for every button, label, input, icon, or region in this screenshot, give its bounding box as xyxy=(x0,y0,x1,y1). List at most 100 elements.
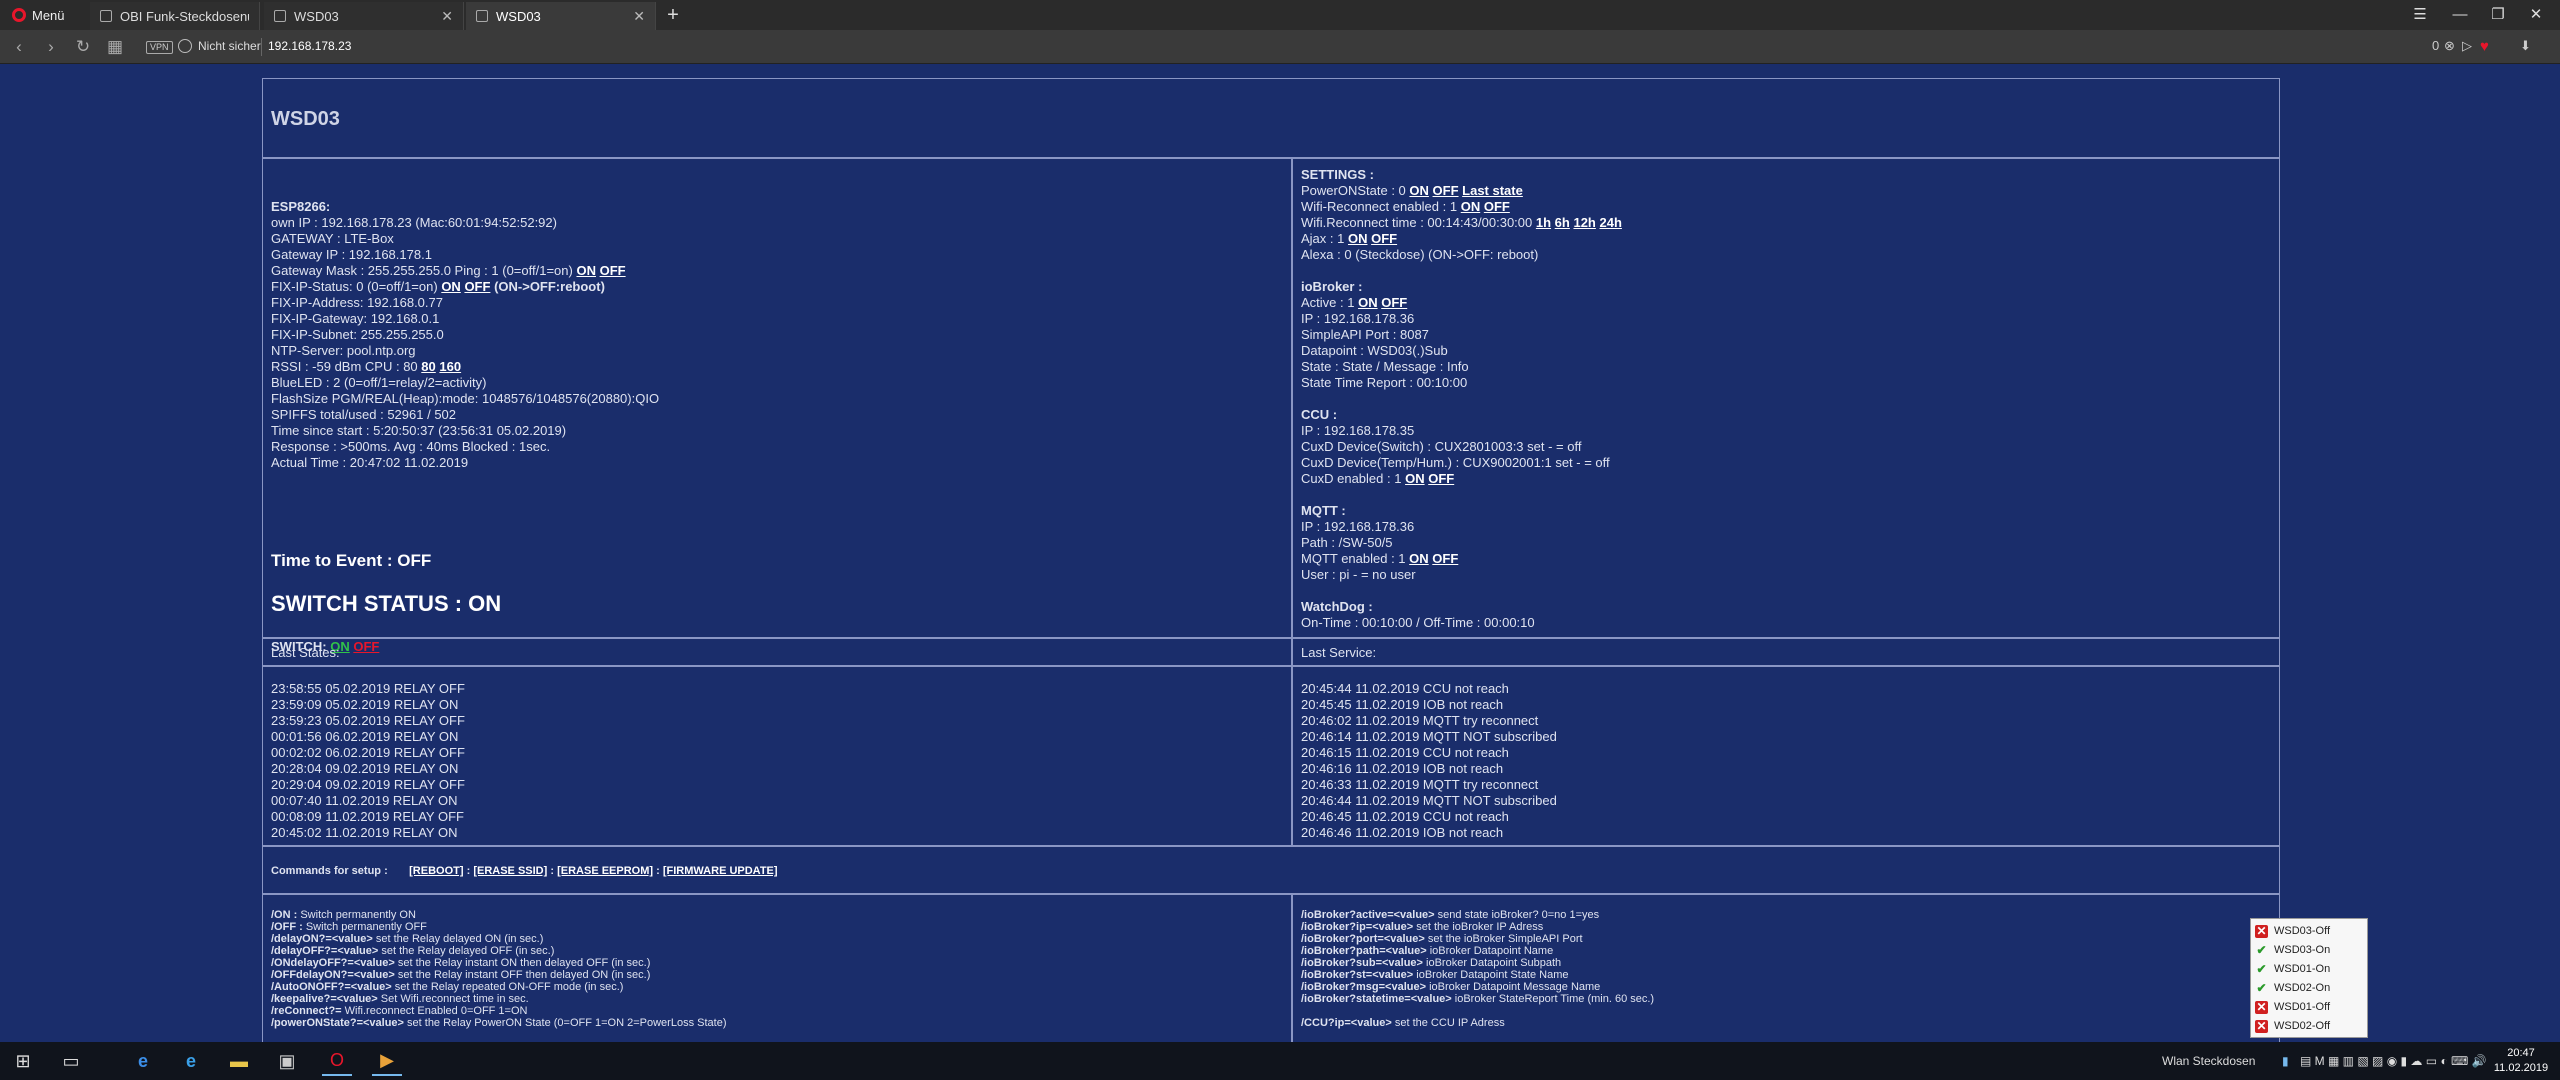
firmware-update-link[interactable]: [FIRMWARE UPDATE] xyxy=(663,865,778,877)
commands-label: Commands for setup : xyxy=(271,865,388,877)
minimize-icon[interactable]: — xyxy=(2440,2,2480,28)
help-item: /OFFdelayON?=<value> set the Relay insta… xyxy=(271,969,726,981)
task-view-icon[interactable]: ▭ xyxy=(56,1046,86,1076)
adblock-icon[interactable]: ⊗ xyxy=(2444,38,2455,56)
help-description: ioBroker StateReport Time (min. 60 sec.) xyxy=(1454,993,1655,1005)
ajax-on-link[interactable]: ON xyxy=(1348,231,1368,246)
reconnect-6h-link[interactable]: 6h xyxy=(1555,215,1570,230)
app-icon[interactable]: ▶ xyxy=(372,1046,402,1076)
erase-eeprom-link[interactable]: [ERASE EEPROM] xyxy=(557,865,653,877)
popup-item-label: WSD01-On xyxy=(2274,963,2331,975)
mqtt-off-link[interactable]: OFF xyxy=(1432,551,1458,566)
help-command: /delayON?=<value> xyxy=(271,933,373,945)
mqtt-heading: MQTT : xyxy=(1301,503,1346,518)
switch-status: SWITCH STATUS : ON xyxy=(271,591,502,616)
explorer-icon[interactable]: ▬ xyxy=(224,1046,254,1076)
list-item: 20:46:44 11.02.2019 MQTT NOT subscribed xyxy=(1301,793,1557,808)
fix-ip-on-link[interactable]: ON xyxy=(441,279,461,294)
power-off-link[interactable]: OFF xyxy=(1433,183,1459,198)
blocker-count[interactable]: 0 xyxy=(2432,38,2439,56)
url-field[interactable]: 192.168.178.23 xyxy=(268,39,351,53)
cpu-160-link[interactable]: 160 xyxy=(439,359,461,374)
help-description: set the Relay repeated ON-OFF mode (in s… xyxy=(394,981,624,993)
reconnect-1h-link[interactable]: 1h xyxy=(1536,215,1551,230)
tab-wsd03-1[interactable]: WSD03 ✕ xyxy=(264,2,464,30)
blue-led: BlueLED : 2 (0=off/1=relay/2=activity) xyxy=(271,375,487,390)
security-label[interactable]: Nicht sicher xyxy=(198,39,261,53)
popup-item[interactable]: ✕ WSD02-Off xyxy=(2255,1018,2330,1034)
reload-icon[interactable]: ↻ xyxy=(72,36,94,58)
forward-icon[interactable]: › xyxy=(40,36,62,58)
tab-menu-icon[interactable]: ☰ xyxy=(2400,2,2440,28)
reconnect-24h-link[interactable]: 24h xyxy=(1600,215,1622,230)
reconnect-12h-link[interactable]: 12h xyxy=(1573,215,1595,230)
vpn-badge[interactable]: VPN xyxy=(146,41,173,54)
ie-icon[interactable]: e xyxy=(176,1046,206,1076)
separator: : xyxy=(550,865,555,877)
last-service-panel: 20:45:44 11.02.2019 CCU not reach 20:45:… xyxy=(1292,666,2280,846)
actual-time: Actual Time : 20:47:02 11.02.2019 xyxy=(271,455,469,470)
wifi-reconnect: Wifi-Reconnect enabled : 1 xyxy=(1301,199,1458,214)
time-since-start: Time since start : 5:20:50:37 (23:56:31 … xyxy=(271,423,567,438)
power-on-link[interactable]: ON xyxy=(1409,183,1429,198)
close-tab-icon[interactable]: ✕ xyxy=(633,8,645,25)
popup-item[interactable]: ✔ WSD02-On xyxy=(2255,980,2330,996)
clock[interactable]: 20:47 11.02.2019 xyxy=(2486,1046,2556,1076)
gateway: GATEWAY : LTE-Box xyxy=(271,231,394,246)
folder-icon[interactable]: ▣ xyxy=(272,1046,302,1076)
wifi-reconnect-off-link[interactable]: OFF xyxy=(1484,199,1510,214)
help-description: ioBroker Datapoint Subpath xyxy=(1426,957,1562,969)
close-tab-icon[interactable]: ✕ xyxy=(441,8,453,25)
help-item: /ONdelayOFF?=<value> set the Relay insta… xyxy=(271,957,726,969)
last-state-link[interactable]: Last state xyxy=(1462,183,1523,198)
tray-app-icon[interactable]: ▮ xyxy=(2282,1054,2289,1068)
popup-item[interactable]: ✔ WSD01-On xyxy=(2255,961,2330,977)
ping-off-link[interactable]: OFF xyxy=(600,263,626,278)
help-item: /reConnect?= Wifi.reconnect Enabled 0=OF… xyxy=(271,1005,726,1017)
mqtt-on-link[interactable]: ON xyxy=(1409,551,1429,566)
iobroker-on-link[interactable]: ON xyxy=(1358,295,1378,310)
opera-menu-button[interactable]: Menü xyxy=(4,4,73,26)
back-icon[interactable]: ‹ xyxy=(8,36,30,58)
reboot-link[interactable]: [REBOOT] xyxy=(409,865,463,877)
opera-icon[interactable]: O xyxy=(322,1046,352,1076)
help-description: Switch permanently ON xyxy=(300,909,416,921)
help-command: /keepalive?=<value> xyxy=(271,993,378,1005)
help-command: /ON : xyxy=(271,909,298,921)
list-item: 00:02:02 06.02.2019 RELAY OFF xyxy=(271,745,465,760)
ping-on-link[interactable]: ON xyxy=(576,263,596,278)
flow-icon[interactable]: ▷ xyxy=(2462,38,2472,56)
new-tab-icon[interactable]: + xyxy=(662,4,684,27)
list-item: 23:59:09 05.02.2019 RELAY ON xyxy=(271,697,459,712)
tab-wsd03-2[interactable]: WSD03 ✕ xyxy=(466,2,656,30)
tray-label[interactable]: Wlan Steckdosen xyxy=(2162,1054,2255,1068)
clock-date: 11.02.2019 xyxy=(2493,1062,2549,1074)
popup-item[interactable]: ✔ WSD03-On xyxy=(2255,942,2330,958)
edge-icon[interactable]: e xyxy=(128,1046,158,1076)
ajax-off-link[interactable]: OFF xyxy=(1371,231,1397,246)
ccu-on-link[interactable]: ON xyxy=(1405,471,1425,486)
heart-icon[interactable]: ♥ xyxy=(2480,38,2489,56)
restore-icon[interactable]: ❐ xyxy=(2478,2,2518,28)
flash-size: FlashSize PGM/REAL(Heap):mode: 1048576/1… xyxy=(271,391,660,406)
cpu-80-link[interactable]: 80 xyxy=(421,359,435,374)
help-description: Wifi.reconnect Enabled 0=OFF 1=ON xyxy=(344,1005,528,1017)
iobroker-off-link[interactable]: OFF xyxy=(1381,295,1407,310)
ccu-off-link[interactable]: OFF xyxy=(1428,471,1454,486)
wifi-reconnect-on-link[interactable]: ON xyxy=(1461,199,1481,214)
close-window-icon[interactable]: ✕ xyxy=(2516,2,2556,28)
tab-obi[interactable]: OBI Funk-Steckdosenumb xyxy=(90,2,260,30)
erase-ssid-link[interactable]: [ERASE SSID] xyxy=(473,865,547,877)
tray-icons[interactable]: ▤ M ▦ ▥ ▧ ▨ ◉ ▮ ☁ ▭ ◐ ⌨ 🔊 xyxy=(2300,1054,2487,1068)
windows-start-icon[interactable]: ⊞ xyxy=(8,1046,38,1076)
fix-ip-off-link[interactable]: OFF xyxy=(464,279,490,294)
popup-item[interactable]: ✕ WSD03-Off xyxy=(2255,923,2330,939)
download-icon[interactable]: ⬇ xyxy=(2520,38,2531,56)
power-on-state-row: PowerONState : 0 ON OFF Last state xyxy=(1301,183,1622,199)
speed-dial-icon[interactable]: ▦ xyxy=(104,36,126,58)
list-item: 00:07:40 11.02.2019 RELAY ON xyxy=(271,793,458,808)
popup-item[interactable]: ✕ WSD01-Off xyxy=(2255,999,2330,1015)
list-item: 20:29:04 09.02.2019 RELAY OFF xyxy=(271,777,465,792)
help-item: /ioBroker?st=<value> ioBroker Datapoint … xyxy=(1301,969,1654,981)
